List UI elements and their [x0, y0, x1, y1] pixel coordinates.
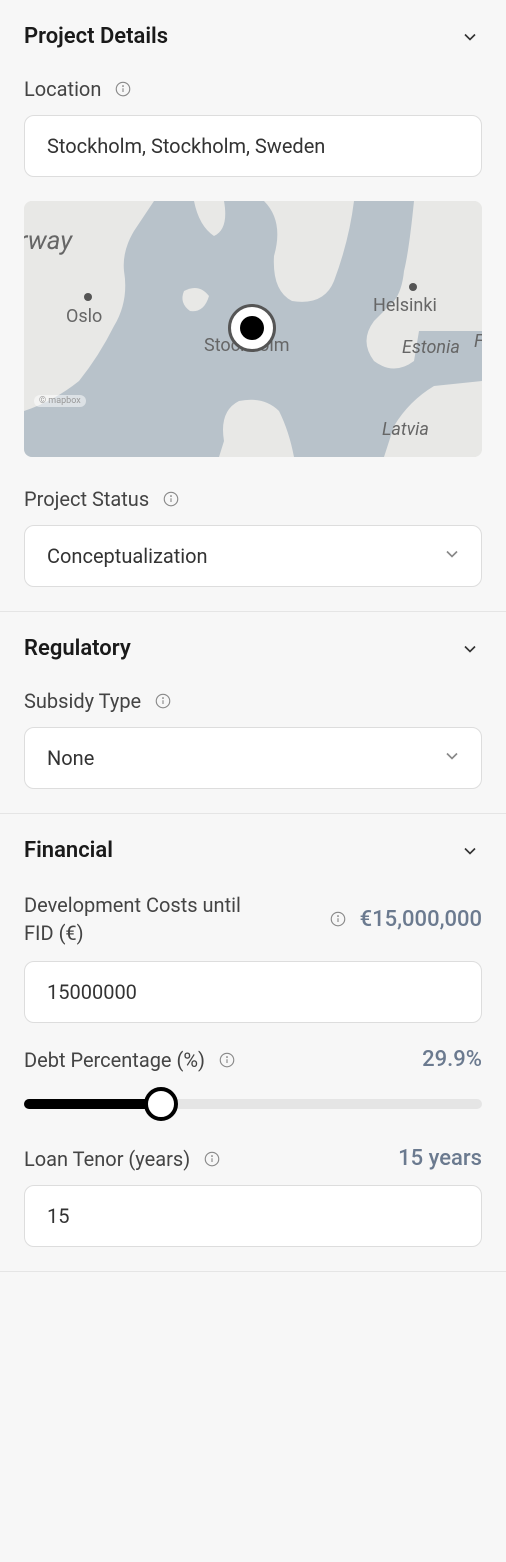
map-dot-helsinki	[409, 283, 417, 291]
info-icon[interactable]	[161, 489, 181, 509]
dev-costs-input[interactable]	[24, 961, 482, 1023]
location-label: Location	[24, 77, 101, 101]
project-status-select[interactable]: Conceptualization	[24, 525, 482, 587]
regulatory-header[interactable]: Regulatory	[24, 636, 482, 661]
loan-tenor-input[interactable]	[24, 1185, 482, 1247]
dev-costs-field: Development Costs until FID (€) €15,000,…	[24, 891, 482, 1023]
project-details-section: Project Details Location rway Oslo Stock…	[0, 0, 506, 612]
map-label-norway: rway	[24, 226, 72, 256]
subsidy-type-field: Subsidy Type None	[24, 689, 482, 789]
location-input[interactable]	[24, 115, 482, 177]
loan-tenor-label: Loan Tenor (years)	[24, 1147, 190, 1171]
location-field: Location	[24, 77, 482, 177]
chevron-down-icon	[458, 637, 482, 661]
map-attribution: © mapbox	[34, 395, 86, 407]
map-pin[interactable]	[228, 304, 276, 352]
subsidy-type-select[interactable]: None	[24, 727, 482, 789]
regulatory-title: Regulatory	[24, 636, 131, 661]
info-icon[interactable]	[328, 909, 348, 929]
loan-tenor-display: 15 years	[398, 1146, 482, 1171]
map-label-f: F	[474, 331, 482, 352]
dev-costs-label: Development Costs until FID (€)	[24, 891, 244, 947]
dev-costs-display: €15,000,000	[360, 907, 482, 932]
loan-tenor-field: Loan Tenor (years) 15 years	[24, 1146, 482, 1247]
financial-header[interactable]: Financial	[24, 838, 482, 863]
map-label-oslo: Oslo	[66, 306, 102, 327]
project-status-label: Project Status	[24, 487, 149, 511]
project-details-header[interactable]: Project Details	[24, 24, 482, 49]
subsidy-type-label: Subsidy Type	[24, 689, 141, 713]
info-icon[interactable]	[202, 1149, 222, 1169]
project-details-title: Project Details	[24, 24, 168, 49]
map-dot-oslo	[84, 293, 92, 301]
map-label-helsinki: Helsinki	[373, 295, 437, 316]
chevron-down-icon	[458, 25, 482, 49]
chevron-down-icon	[458, 839, 482, 863]
debt-pct-label: Debt Percentage (%)	[24, 1048, 205, 1072]
debt-pct-display: 29.9%	[422, 1047, 482, 1072]
debt-pct-field: Debt Percentage (%) 29.9%	[24, 1047, 482, 1122]
project-status-field: Project Status Conceptualization	[24, 487, 482, 587]
info-icon[interactable]	[153, 691, 173, 711]
info-icon[interactable]	[217, 1050, 237, 1070]
map-label-latvia: Latvia	[382, 419, 429, 440]
financial-title: Financial	[24, 838, 113, 863]
regulatory-section: Regulatory Subsidy Type None	[0, 612, 506, 814]
financial-section: Financial Development Costs until FID (€…	[0, 814, 506, 1272]
location-map[interactable]: rway Oslo Stockholm Helsinki Estonia F L…	[24, 201, 482, 457]
debt-pct-slider[interactable]	[24, 1086, 482, 1122]
info-icon[interactable]	[113, 79, 133, 99]
map-label-estonia: Estonia	[402, 337, 460, 358]
